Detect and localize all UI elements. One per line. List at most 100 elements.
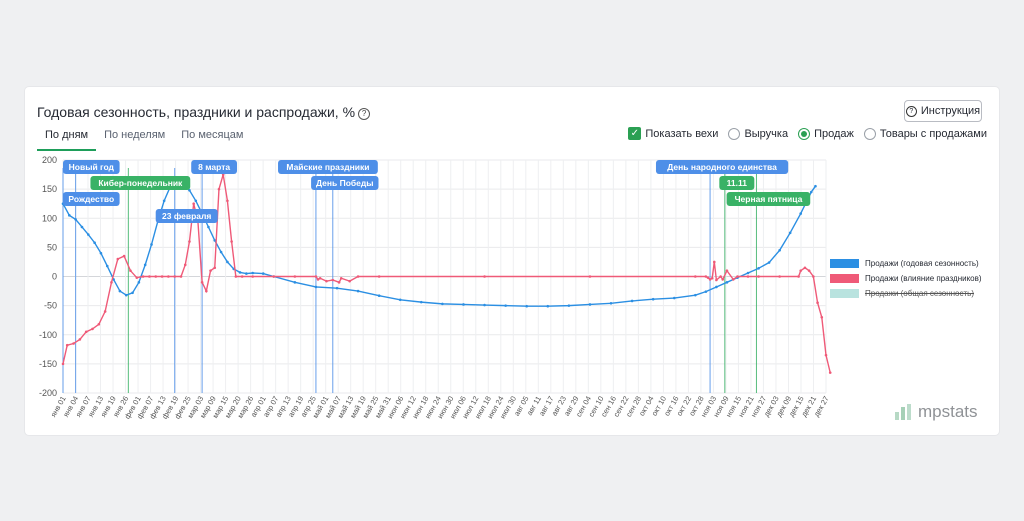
data-point — [812, 275, 815, 278]
data-point — [318, 276, 322, 280]
data-point — [746, 271, 750, 275]
legend-swatch — [830, 289, 859, 298]
data-point — [205, 289, 208, 293]
data-point — [828, 371, 832, 374]
data-point — [105, 264, 109, 268]
data-point — [719, 275, 722, 278]
data-point — [651, 297, 655, 301]
data-point — [788, 231, 792, 235]
data-point — [160, 275, 164, 278]
data-point — [339, 276, 343, 280]
data-point — [150, 243, 153, 246]
data-point — [694, 275, 697, 278]
data-point — [226, 199, 229, 203]
data-point — [213, 266, 217, 270]
legend-item-holidays[interactable]: Продажи (влияние праздников) — [830, 271, 982, 286]
data-point — [74, 218, 77, 221]
data-point — [712, 260, 716, 264]
data-point — [226, 260, 229, 264]
data-point — [131, 291, 134, 295]
data-point — [200, 281, 204, 284]
data-point — [797, 275, 800, 278]
data-point — [238, 271, 242, 274]
legend-item-annual[interactable]: Продажи (годовая сезонность) — [830, 256, 982, 271]
data-point — [731, 278, 735, 281]
mpstats-logo-icon — [895, 404, 911, 420]
data-point — [137, 281, 141, 284]
y-tick-label: -50 — [44, 301, 57, 311]
data-point — [86, 233, 90, 236]
data-point — [462, 303, 465, 306]
data-point — [192, 202, 195, 205]
data-point — [93, 241, 96, 245]
data-point — [710, 276, 714, 280]
data-point — [525, 304, 529, 308]
data-point — [609, 301, 613, 305]
milestone-label: 23 февраля — [162, 211, 211, 221]
data-point — [725, 269, 729, 272]
data-point — [335, 286, 339, 290]
data-point — [337, 281, 341, 284]
data-point — [767, 261, 771, 264]
data-point — [84, 330, 88, 334]
data-point — [183, 263, 187, 267]
milestone-label: Новый год — [69, 162, 115, 172]
data-point — [715, 278, 718, 282]
data-point — [331, 278, 335, 282]
data-point — [736, 275, 739, 278]
data-point — [803, 266, 807, 270]
data-point — [314, 275, 318, 278]
data-point — [504, 304, 507, 307]
data-point — [706, 276, 710, 279]
data-point — [188, 240, 191, 243]
milestone-label: Майские праздники — [286, 162, 369, 172]
data-point — [99, 251, 103, 255]
data-point — [348, 279, 351, 283]
data-point — [97, 322, 101, 326]
data-point — [179, 275, 183, 278]
y-tick-label: -200 — [39, 388, 57, 398]
data-point — [251, 271, 254, 275]
data-point — [314, 285, 318, 289]
data-point — [588, 303, 592, 306]
data-point — [672, 296, 676, 300]
data-point — [694, 293, 697, 297]
data-point — [124, 293, 128, 297]
data-point — [725, 281, 729, 284]
data-point — [207, 225, 210, 229]
data-point — [167, 275, 170, 278]
data-point — [820, 315, 824, 319]
data-point — [377, 275, 381, 278]
milestone-label: Черная пятница — [735, 194, 803, 204]
data-point — [154, 275, 158, 278]
data-point — [293, 275, 297, 278]
data-point — [91, 327, 94, 331]
data-point — [68, 214, 71, 217]
data-point — [356, 275, 360, 278]
data-point — [141, 275, 145, 278]
data-point — [420, 300, 423, 304]
y-tick-label: 150 — [42, 184, 57, 194]
chart-legend: Продажи (годовая сезонность) Продажи (вл… — [830, 256, 982, 301]
data-point — [135, 276, 139, 279]
data-point — [245, 272, 248, 275]
data-point — [110, 281, 113, 284]
milestone-label: Рождество — [68, 194, 114, 204]
legend-item-total[interactable]: Продажи (общая сезонность) — [830, 286, 982, 301]
data-point — [78, 338, 82, 341]
data-point — [230, 240, 233, 243]
data-point — [217, 187, 221, 191]
data-point — [65, 343, 69, 347]
data-point — [377, 294, 381, 298]
data-point — [715, 285, 718, 289]
data-point — [588, 275, 592, 278]
data-point — [807, 269, 811, 272]
data-point — [398, 298, 402, 302]
data-point — [816, 301, 819, 305]
data-point — [272, 275, 276, 278]
data-point — [441, 302, 444, 306]
data-point — [778, 275, 781, 278]
milestone-label: 8 марта — [198, 162, 230, 172]
legend-swatch — [830, 259, 859, 268]
data-point — [746, 275, 750, 278]
